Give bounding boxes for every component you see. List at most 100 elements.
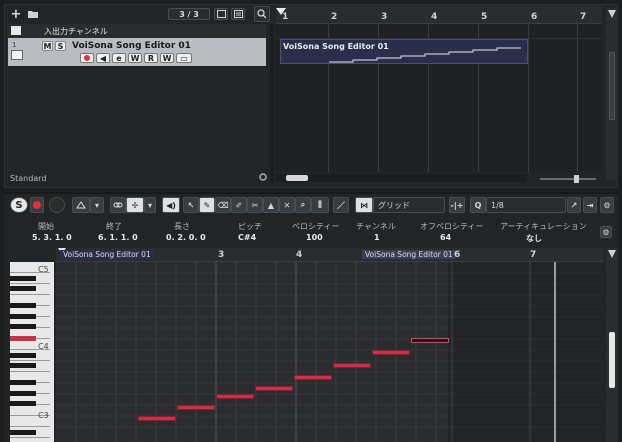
black-key[interactable] bbox=[10, 401, 36, 406]
snap-toggle-icon[interactable]: ⋈ bbox=[355, 197, 373, 213]
draw-tool-icon[interactable]: ✎ bbox=[199, 197, 215, 213]
snap-to-zero-icon[interactable]: -|+ bbox=[449, 197, 465, 213]
editor-menu-chevron-down-icon[interactable] bbox=[608, 250, 616, 258]
key-label-c4: C4 bbox=[38, 342, 49, 351]
black-key[interactable] bbox=[10, 391, 36, 396]
link-icon[interactable] bbox=[110, 197, 126, 213]
quantize-icon[interactable]: Q bbox=[470, 197, 486, 213]
trim-tool-icon[interactable]: ✐ bbox=[231, 197, 247, 213]
arrangement-area[interactable]: VoiSona Song Editor 01 bbox=[276, 24, 602, 172]
track-number: 1 bbox=[12, 41, 17, 49]
edit-button[interactable]: e bbox=[112, 53, 126, 63]
nudge-tool-icon[interactable]: ✢ bbox=[126, 197, 144, 213]
midi-note[interactable] bbox=[294, 375, 332, 380]
midi-note[interactable] bbox=[255, 386, 293, 391]
bar-number: 1 bbox=[282, 12, 289, 22]
folder-track-header[interactable]: 入出力チャンネル bbox=[8, 24, 266, 38]
black-key[interactable] bbox=[10, 380, 36, 385]
object-selection-tool-icon[interactable]: ↖ bbox=[183, 197, 199, 213]
info-value-velocity[interactable]: 100 bbox=[306, 233, 323, 242]
bar-number: 4 bbox=[431, 12, 438, 22]
track-list-icon[interactable] bbox=[231, 8, 245, 20]
read-button[interactable]: R bbox=[144, 53, 158, 63]
midi-note[interactable] bbox=[372, 350, 410, 355]
snap-type-select[interactable]: グリッド bbox=[373, 197, 445, 213]
midi-part-event[interactable]: VoiSona Song Editor 01 bbox=[280, 39, 528, 64]
black-key[interactable] bbox=[10, 276, 36, 281]
info-value-start[interactable]: 5. 3. 1. 0 bbox=[32, 233, 72, 242]
write-button[interactable]: W bbox=[160, 53, 174, 63]
editor-scroll-thumb[interactable] bbox=[609, 332, 615, 388]
info-value-pitch[interactable]: C#4 bbox=[238, 233, 256, 242]
zoom-slider[interactable] bbox=[540, 175, 596, 183]
highlighted-key[interactable] bbox=[10, 336, 36, 341]
acoustic-feedback-icon[interactable]: ◀) bbox=[162, 197, 180, 213]
event-tag: VoiSona Song Editor 01 bbox=[362, 250, 456, 259]
black-key[interactable] bbox=[10, 324, 36, 329]
window-layout-icon[interactable]: ⇥ bbox=[583, 197, 597, 213]
menu-chevron-down-icon[interactable] bbox=[608, 10, 616, 18]
editor-vertical-scrollbar[interactable] bbox=[606, 248, 618, 442]
mute-tool-icon[interactable]: ✕ bbox=[279, 197, 295, 213]
info-value-end[interactable]: 6. 1. 1. 0 bbox=[98, 233, 138, 242]
h-scroll-thumb[interactable] bbox=[286, 175, 308, 181]
info-value-articulation[interactable]: なし bbox=[526, 233, 542, 244]
monitor-button[interactable]: ◀ bbox=[96, 53, 110, 63]
black-key[interactable] bbox=[10, 303, 36, 308]
black-key[interactable] bbox=[10, 430, 36, 435]
visibility-icon[interactable] bbox=[214, 8, 228, 20]
track-name[interactable]: VoiSona Song Editor 01 bbox=[72, 41, 191, 51]
scroll-thumb[interactable] bbox=[609, 52, 615, 120]
auto-scroll-icon[interactable] bbox=[72, 197, 90, 213]
info-line-settings-gear-icon[interactable]: ⚙ bbox=[600, 226, 612, 238]
horizontal-scrollbar[interactable] bbox=[276, 174, 526, 182]
solo-button[interactable]: S bbox=[55, 41, 66, 51]
search-icon[interactable] bbox=[254, 6, 270, 22]
piano-keyboard[interactable]: C5 C4 C3 bbox=[10, 262, 54, 442]
midi-note[interactable] bbox=[177, 405, 215, 410]
note-grid[interactable] bbox=[56, 262, 604, 442]
track-count: 3 / 3 bbox=[179, 9, 199, 19]
nudge-menu-chevron-icon[interactable]: ▾ bbox=[144, 197, 156, 213]
black-key[interactable] bbox=[10, 314, 36, 319]
bar-number: 3 bbox=[381, 12, 388, 22]
toolbar-settings-gear-icon[interactable]: ⚙ bbox=[600, 197, 614, 213]
add-folder-icon[interactable] bbox=[26, 8, 40, 20]
vertical-scrollbar[interactable] bbox=[606, 8, 618, 180]
midi-note[interactable] bbox=[216, 394, 254, 399]
midi-note[interactable] bbox=[333, 363, 371, 368]
instrument-button[interactable]: W bbox=[128, 53, 142, 63]
record-button[interactable] bbox=[30, 197, 44, 213]
record-enable-button[interactable] bbox=[80, 53, 94, 63]
info-value-length[interactable]: 0. 2. 0. 0 bbox=[166, 233, 206, 242]
midi-note[interactable] bbox=[138, 416, 176, 421]
open-in-window-icon[interactable]: ↗ bbox=[567, 197, 581, 213]
instrument-track-header[interactable]: 1 M S VoiSona Song Editor 01 ◀ e W R W ▭ bbox=[8, 38, 266, 66]
add-track-button[interactable]: + bbox=[10, 7, 22, 22]
line-draw-icon[interactable]: ／ bbox=[333, 197, 349, 213]
zoom-tool-icon[interactable]: ⌕ bbox=[295, 197, 311, 213]
solo-editor-button[interactable]: S bbox=[10, 197, 28, 213]
line-tool-icon[interactable]: ⫼ bbox=[311, 197, 329, 213]
mute-button[interactable]: M bbox=[42, 41, 53, 51]
erase-tool-icon[interactable]: ⌫ bbox=[215, 197, 231, 213]
selected-midi-note[interactable] bbox=[411, 338, 449, 343]
key-editor-ruler[interactable]: VoiSona Song Editor 01 3 4 VoiSona Song … bbox=[56, 248, 604, 262]
lanes-button[interactable]: ▭ bbox=[176, 53, 192, 63]
black-key[interactable] bbox=[10, 363, 36, 368]
black-key[interactable] bbox=[10, 353, 36, 358]
split-tool-icon[interactable]: ✂ bbox=[247, 197, 263, 213]
settings-gear-icon[interactable] bbox=[258, 172, 268, 182]
quantize-preset-select[interactable]: 1/8 bbox=[486, 197, 566, 213]
info-value-channel[interactable]: 1 bbox=[374, 233, 380, 242]
auto-scroll-menu-chevron-icon[interactable]: ▾ bbox=[90, 197, 104, 213]
track-preset-label[interactable]: Standard bbox=[10, 174, 46, 183]
info-value-off-velocity[interactable]: 64 bbox=[440, 233, 451, 242]
quantize-preset-value: 1/8 bbox=[491, 200, 504, 210]
zoom-slider-handle[interactable] bbox=[574, 175, 579, 183]
black-key[interactable] bbox=[10, 286, 36, 291]
divider-handle[interactable] bbox=[270, 24, 274, 184]
retrospective-record-icon[interactable] bbox=[49, 197, 65, 213]
arrangement-ruler[interactable]: 1 2 3 4 5 6 7 bbox=[276, 6, 602, 24]
glue-tool-icon[interactable]: ▲ bbox=[263, 197, 279, 213]
